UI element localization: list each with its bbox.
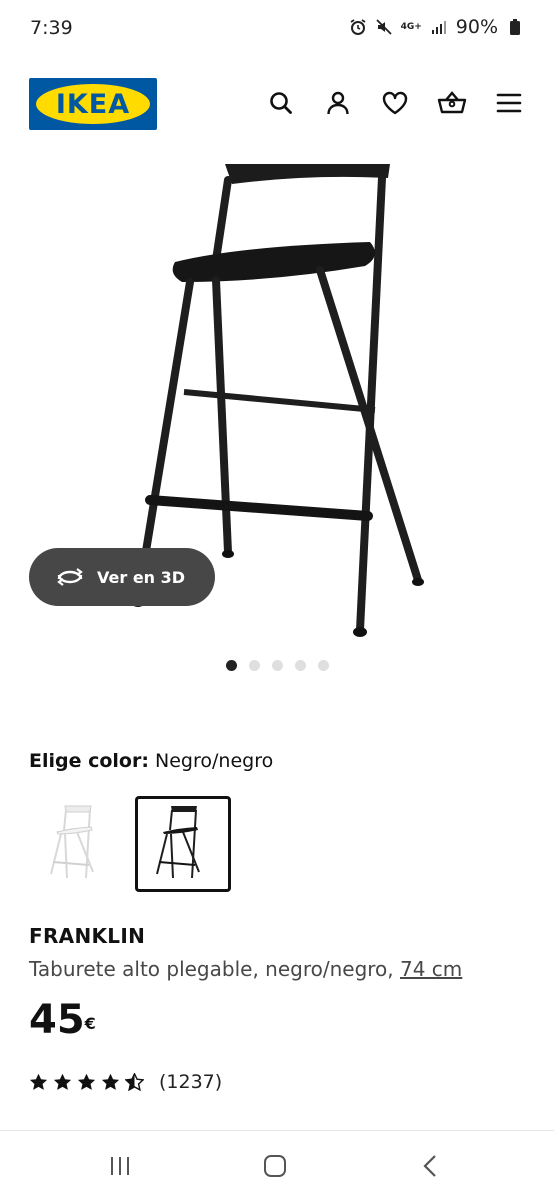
product-name: FRANKLIN bbox=[29, 924, 146, 948]
swatch-black[interactable] bbox=[135, 796, 231, 892]
star-full-icon bbox=[77, 1073, 96, 1090]
price-value: 45 bbox=[29, 997, 85, 1043]
ikea-logo[interactable]: IKEA bbox=[29, 78, 157, 130]
battery-text: 90% bbox=[455, 16, 498, 38]
logo-text: IKEA bbox=[55, 89, 131, 120]
search-icon[interactable] bbox=[266, 88, 296, 118]
battery-icon bbox=[506, 18, 524, 36]
site-header: IKEA bbox=[0, 72, 554, 136]
star-full-icon bbox=[53, 1073, 72, 1090]
rating-stars bbox=[29, 1073, 144, 1091]
gallery-dot[interactable] bbox=[294, 660, 306, 671]
product-size-link[interactable]: 74 cm bbox=[400, 957, 462, 981]
network-4g-icon: 4G+ bbox=[400, 21, 422, 32]
recent-apps-icon[interactable] bbox=[100, 1151, 140, 1181]
account-icon[interactable] bbox=[323, 88, 353, 118]
signal-icon bbox=[430, 18, 448, 36]
cart-basket-icon[interactable] bbox=[437, 88, 467, 118]
color-label: Elige color: bbox=[29, 750, 149, 772]
stool-black-thumbnail bbox=[156, 806, 200, 879]
gallery-pagination bbox=[0, 660, 554, 671]
view-3d-button[interactable]: Ver en 3D bbox=[29, 548, 215, 606]
system-navigation-bar bbox=[0, 1130, 554, 1201]
status-bar: 7:39 4G+ 90% bbox=[0, 0, 554, 58]
status-time: 7:39 bbox=[30, 17, 73, 39]
star-full-icon bbox=[29, 1073, 48, 1090]
home-icon[interactable] bbox=[255, 1151, 295, 1181]
rotate-3d-icon bbox=[55, 562, 85, 592]
header-actions bbox=[266, 88, 524, 118]
selected-color: Negro/negro bbox=[155, 750, 274, 772]
gallery-dot[interactable] bbox=[271, 660, 283, 671]
product-gallery[interactable]: Ver en 3D bbox=[0, 150, 554, 650]
rating-count[interactable]: (1237) bbox=[159, 1071, 222, 1093]
star-full-icon bbox=[101, 1073, 120, 1090]
stool-white-thumbnail bbox=[50, 805, 94, 879]
product-rating[interactable]: (1237) bbox=[29, 1071, 222, 1093]
mute-icon bbox=[375, 18, 393, 36]
product-price: 45€ bbox=[29, 998, 96, 1042]
product-description: Taburete alto plegable, negro/negro, 74 … bbox=[29, 957, 462, 981]
swatch-white[interactable] bbox=[29, 796, 125, 892]
price-currency: € bbox=[84, 1014, 96, 1033]
view-3d-label: Ver en 3D bbox=[97, 567, 186, 587]
gallery-dot[interactable] bbox=[225, 660, 237, 671]
product-description-text: Taburete alto plegable, negro/negro, bbox=[29, 957, 394, 981]
gallery-dot[interactable] bbox=[248, 660, 260, 671]
back-icon[interactable] bbox=[410, 1151, 450, 1181]
gallery-dot[interactable] bbox=[317, 660, 329, 671]
alarm-icon bbox=[349, 18, 367, 36]
color-swatches bbox=[29, 796, 231, 892]
wishlist-heart-icon[interactable] bbox=[380, 88, 410, 118]
star-half-icon bbox=[125, 1073, 144, 1091]
menu-icon[interactable] bbox=[494, 88, 524, 118]
color-chooser-label: Elige color: Negro/negro bbox=[29, 750, 273, 772]
status-icons: 4G+ 90% bbox=[349, 16, 524, 38]
